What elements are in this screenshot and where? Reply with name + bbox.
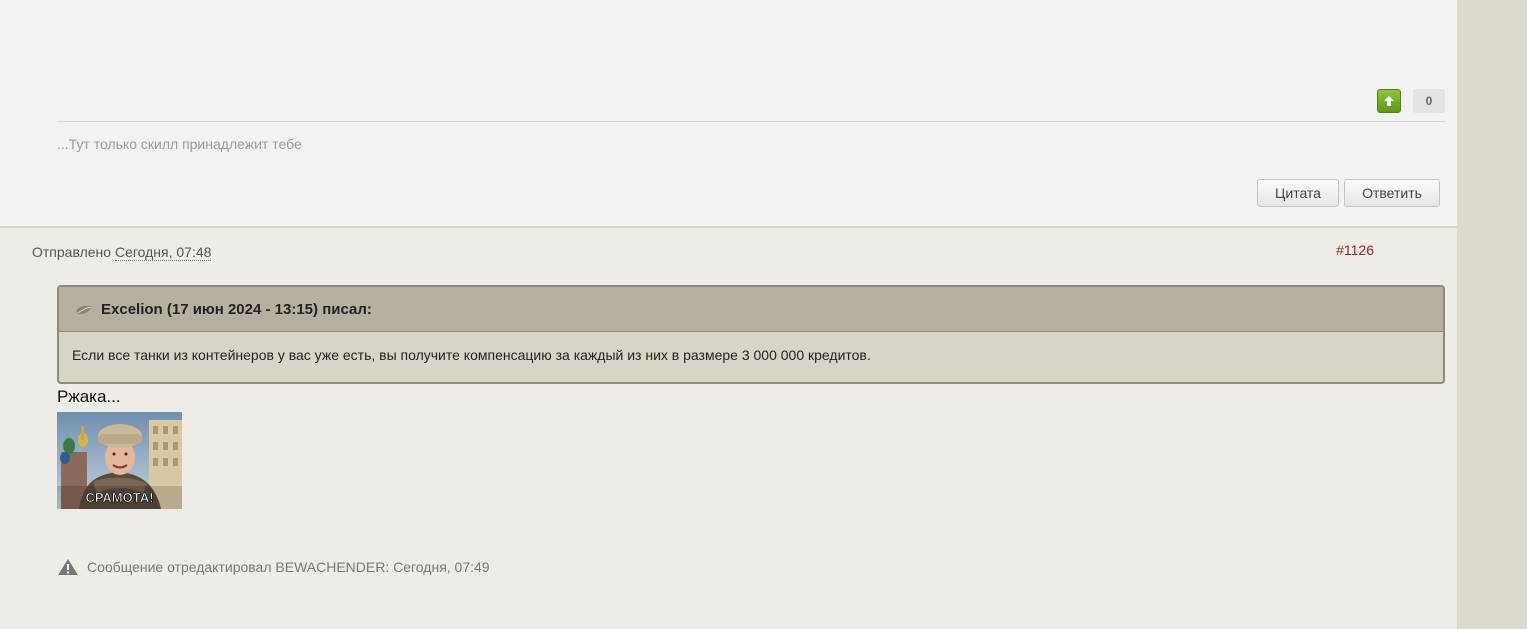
previous-post: 0 ...Тут только скилл принадлежит тебе Ц… xyxy=(0,0,1457,228)
edit-note-text: Сообщение отредактировал BEWACHENDER: Се… xyxy=(87,559,490,575)
post-image[interactable]: СРАМОТА! xyxy=(57,412,182,509)
post-number-link[interactable]: #1126 xyxy=(1336,242,1374,258)
post-meta: Отправлено Сегодня, 07:48 xyxy=(32,244,212,261)
quote-body-text: Если все танки из контейнеров у вас уже … xyxy=(72,347,871,363)
signature-text: ...Тут только скилл принадлежит тебе xyxy=(57,136,302,152)
main-column: 0 ...Тут только скилл принадлежит тебе Ц… xyxy=(0,0,1457,629)
warning-icon xyxy=(57,558,79,576)
reputation-up-button[interactable] xyxy=(1377,89,1401,113)
quote-header-text: Excelion (17 июн 2024 - 13:15) писал: xyxy=(101,300,372,318)
post-meta-prefix: Отправлено xyxy=(32,244,112,260)
arrow-up-icon xyxy=(1384,96,1394,106)
reputation-control: 0 xyxy=(1377,89,1445,113)
quote-icon xyxy=(75,302,93,316)
edit-note: Сообщение отредактировал BEWACHENDER: Се… xyxy=(57,558,490,576)
reply-button[interactable]: Ответить xyxy=(1344,179,1440,207)
right-gutter xyxy=(1457,0,1527,629)
post-image-caption: СРАМОТА! xyxy=(85,490,153,505)
reputation-count: 0 xyxy=(1413,89,1445,113)
quote-header: Excelion (17 июн 2024 - 13:15) писал: xyxy=(59,287,1443,332)
post-date: Сегодня, 07:48 xyxy=(114,244,212,261)
signature-divider xyxy=(57,121,1445,122)
quote-button[interactable]: Цитата xyxy=(1257,179,1339,207)
quote-block: Excelion (17 июн 2024 - 13:15) писал: Ес… xyxy=(57,285,1445,384)
post-text: Ржака... xyxy=(57,387,121,406)
